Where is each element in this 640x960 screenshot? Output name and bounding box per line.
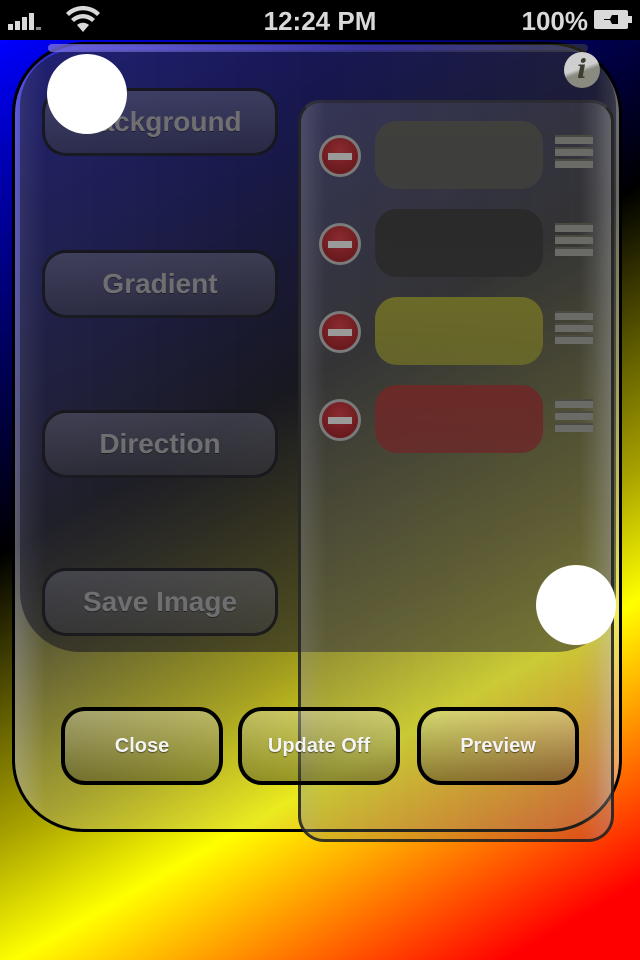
battery-percent: 100% bbox=[521, 6, 589, 36]
color-list-item bbox=[301, 377, 617, 453]
status-bar: 12:24 PM 100% bbox=[0, 0, 640, 40]
delete-color-button[interactable] bbox=[319, 223, 361, 265]
reorder-handle-icon[interactable] bbox=[555, 223, 593, 259]
delete-color-button[interactable] bbox=[319, 311, 361, 353]
info-icon[interactable]: i bbox=[564, 52, 600, 88]
delete-color-button[interactable] bbox=[319, 135, 361, 177]
color-swatch[interactable] bbox=[375, 385, 543, 453]
color-list-item bbox=[301, 201, 617, 277]
touch-indicator bbox=[47, 54, 127, 134]
save-image-button[interactable]: Save Image bbox=[42, 568, 278, 636]
color-swatch[interactable] bbox=[375, 209, 543, 277]
reorder-handle-icon[interactable] bbox=[555, 311, 593, 347]
panel-sheen bbox=[48, 44, 588, 52]
update-toggle-button[interactable]: Update Off bbox=[238, 707, 400, 785]
color-list-item bbox=[301, 289, 617, 365]
direction-button[interactable]: Direction bbox=[42, 410, 278, 478]
color-swatch[interactable] bbox=[375, 297, 543, 365]
reorder-handle-icon[interactable] bbox=[555, 135, 593, 171]
color-list-item bbox=[301, 113, 617, 189]
delete-color-button[interactable] bbox=[319, 399, 361, 441]
reorder-handle-icon[interactable] bbox=[555, 399, 593, 435]
preview-button[interactable]: Preview bbox=[417, 707, 579, 785]
touch-indicator bbox=[536, 565, 616, 645]
color-swatch[interactable] bbox=[375, 121, 543, 189]
close-button[interactable]: Close bbox=[61, 707, 223, 785]
gradient-button[interactable]: Gradient bbox=[42, 250, 278, 318]
battery-charging-icon bbox=[594, 10, 632, 29]
